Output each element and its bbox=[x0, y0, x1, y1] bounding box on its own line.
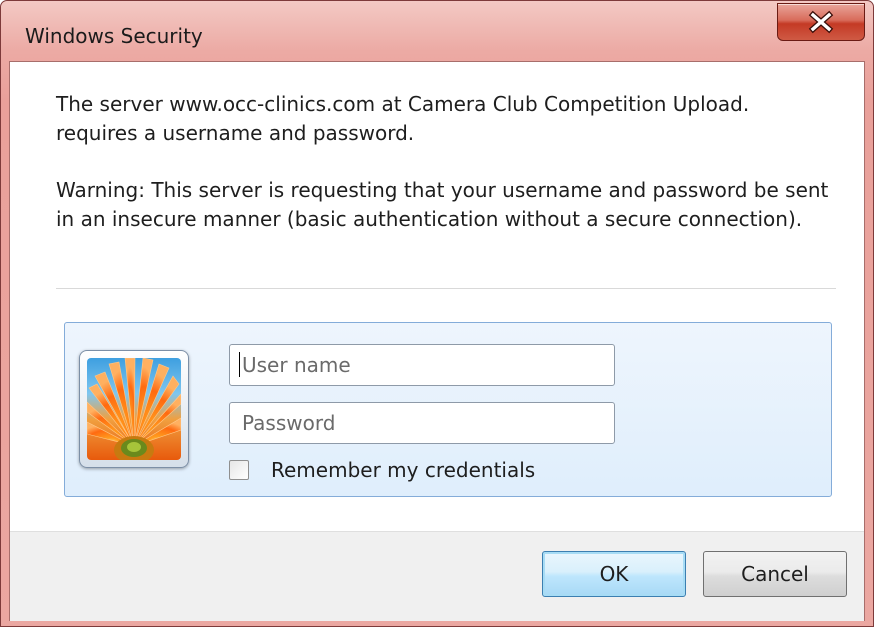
window-title: Windows Security bbox=[25, 24, 203, 48]
credential-panel: Remember my credentials bbox=[64, 322, 832, 497]
remember-label[interactable]: Remember my credentials bbox=[271, 458, 535, 482]
warning-message: Warning: This server is requesting that … bbox=[56, 178, 829, 231]
security-dialog: Windows Security The server www.occ-clin… bbox=[0, 0, 874, 627]
button-bar: OK Cancel bbox=[10, 531, 864, 621]
close-button[interactable] bbox=[777, 3, 865, 41]
text-caret bbox=[239, 352, 240, 377]
title-bar[interactable]: Windows Security bbox=[1, 1, 873, 61]
separator bbox=[56, 288, 836, 289]
username-input[interactable] bbox=[229, 344, 615, 386]
close-icon bbox=[808, 10, 834, 34]
password-input[interactable] bbox=[229, 402, 615, 444]
cancel-button[interactable]: Cancel bbox=[703, 551, 847, 597]
avatar bbox=[79, 350, 189, 468]
server-message: The server www.occ-clinics.com at Camera… bbox=[56, 92, 750, 145]
remember-checkbox[interactable] bbox=[229, 460, 249, 480]
ok-button[interactable]: OK bbox=[542, 551, 686, 597]
user-avatar-flower-icon bbox=[87, 358, 181, 460]
remember-credentials[interactable]: Remember my credentials bbox=[229, 457, 535, 483]
dialog-body: The server www.occ-clinics.com at Camera… bbox=[9, 61, 865, 621]
